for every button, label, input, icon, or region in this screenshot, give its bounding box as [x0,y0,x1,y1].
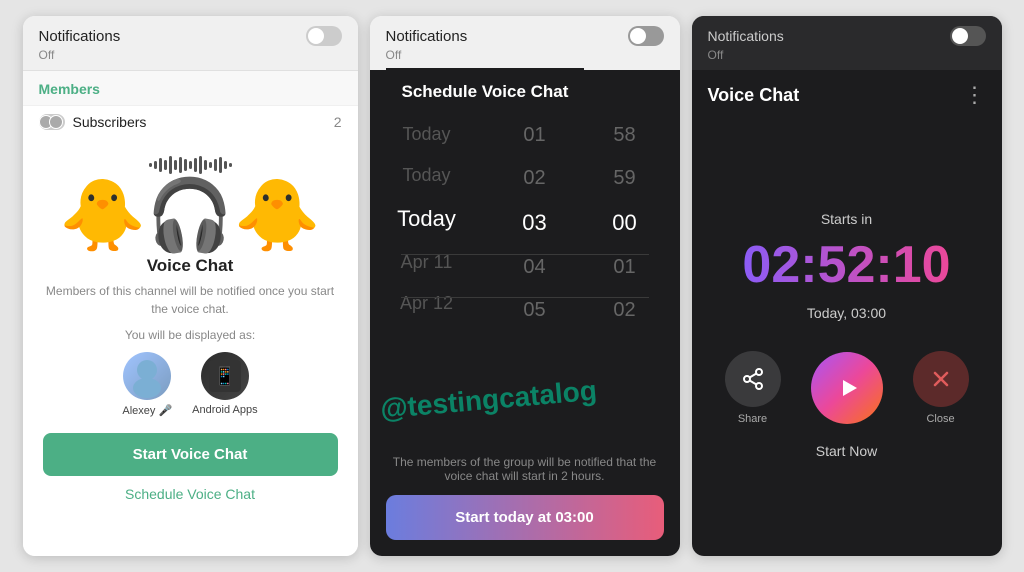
play-button[interactable] [811,352,883,424]
wave-bar [194,158,197,172]
minute-item: 02 [580,289,670,332]
screen3: Notifications Off Voice Chat ⋮ Starts in… [692,16,1002,556]
notif-status-1: Off [39,48,342,62]
wave-bar [209,162,212,168]
countdown-timer: 02:52:10 [742,235,950,295]
wave-bar [229,163,232,167]
wave-bar [159,158,162,172]
avatar-name-android: Android Apps [192,404,257,416]
scheduled-time: Today, 03:00 [807,305,886,321]
three-dots-menu[interactable]: ⋮ [964,82,986,108]
date-item: Today [380,155,474,196]
share-circle [725,351,781,407]
close-label: Close [926,413,954,425]
notif-bar-1: Notifications Off [23,16,358,70]
wave-bar [224,161,227,169]
picker-notif-text: The members of the group will be notifie… [370,443,680,495]
minute-item: 59 [580,157,670,200]
share-button[interactable]: Share [725,351,781,425]
members-section: Members [23,70,358,105]
hour-item: 02 [490,157,580,200]
start-voice-chat-button[interactable]: Start Voice Chat [43,433,338,476]
vc-desc: Members of this channel will be notified… [43,282,338,318]
avatar-item-android: 📱 Android Apps [192,352,257,417]
notif-bar-2: Notifications Off [370,16,680,70]
close-button[interactable]: Close [913,351,969,425]
notif-title-2: Notifications [386,28,468,45]
notif-toggle-3[interactable] [950,26,986,46]
minute-item: 58 [580,114,670,157]
wave-bar [189,161,192,169]
notif-status-3: Off [708,48,986,62]
minute-item: 01 [580,246,670,289]
hour-column: 01 02 03 04 05 [490,108,580,443]
notif-status-2: Off [386,48,664,62]
wave-bar [219,157,222,173]
voice-chat-content: 🐥🎧🐥 Voice Chat Members of this channel w… [23,138,358,556]
date-column: Today Today Today Apr 11 Apr 12 [380,108,490,443]
notif-bar-3: Notifications Off [692,16,1002,70]
avatar-item-alexey: Alexey 🎤 [122,352,172,417]
svg-text:📱: 📱 [214,365,236,386]
avatars-row: Alexey 🎤 📱 Android Apps [122,352,257,417]
start-today-button[interactable]: Start today at 03:00 [386,495,664,540]
play-circle [811,352,883,424]
share-label: Share [738,413,767,425]
start-now-label: Start Now [816,443,877,459]
subscribers-text: Subscribers [73,114,147,130]
vc-header: Voice Chat ⋮ [692,70,1002,114]
duck-illustration: 🐥🎧🐥 [59,180,320,250]
wave-bar [174,160,177,170]
wave-bar [204,160,207,170]
screenshots-container: Notifications Off Members Subscribers 2 [0,0,1024,572]
avatar-android: 📱 [201,352,249,400]
displayed-as-label: You will be displayed as: [125,328,255,342]
notif-toggle-1[interactable] [306,26,342,46]
schedule-voice-chat-link[interactable]: Schedule Voice Chat [125,486,255,502]
wave-bar [199,156,202,174]
subscribers-count: 2 [334,114,342,130]
picker-columns: Today Today Today Apr 11 Apr 12 01 02 03… [370,108,680,443]
sound-wave [149,154,232,176]
screen1: Notifications Off Members Subscribers 2 [23,16,358,556]
screen2: Notifications Off Schedule Voice Chat To… [370,16,680,556]
notif-title-3: Notifications [708,28,784,44]
starts-in-label: Starts in [821,211,872,227]
hour-item: 01 [490,114,580,157]
countdown-section: Starts in 02:52:10 Today, 03:00 Share [692,114,1002,556]
wave-bar [149,163,152,167]
wave-bar [164,160,167,170]
wave-bar [154,161,157,169]
wave-bar [214,159,217,171]
minute-item-selected: 00 [580,200,670,246]
subscribers-icon [39,114,65,130]
wave-bar [179,157,182,173]
date-item-selected: Today [380,196,474,242]
vc-header-title: Voice Chat [708,85,800,106]
date-item: Apr 12 [380,283,474,324]
hour-item-selected: 03 [490,200,580,246]
members-label: Members [39,81,100,97]
action-buttons-row: Share Clos [725,351,969,425]
minute-column: 58 59 00 01 02 [580,108,670,443]
notif-toggle-2[interactable] [628,26,664,46]
date-item: Apr 11 [380,242,474,283]
avatar-name-alexey: Alexey 🎤 [122,404,172,417]
hour-item: 05 [490,289,580,332]
hour-item: 04 [490,246,580,289]
wave-bar [184,159,187,171]
schedule-title: Schedule Voice Chat [386,68,585,109]
time-picker[interactable]: Today Today Today Apr 11 Apr 12 01 02 03… [370,108,680,556]
close-circle [913,351,969,407]
vc-title: Voice Chat [147,256,234,276]
wave-bar [169,156,172,174]
notif-title-1: Notifications [39,28,121,45]
date-item: Today [380,114,474,155]
avatar-alexey [123,352,171,400]
subscribers-row[interactable]: Subscribers 2 [23,105,358,138]
